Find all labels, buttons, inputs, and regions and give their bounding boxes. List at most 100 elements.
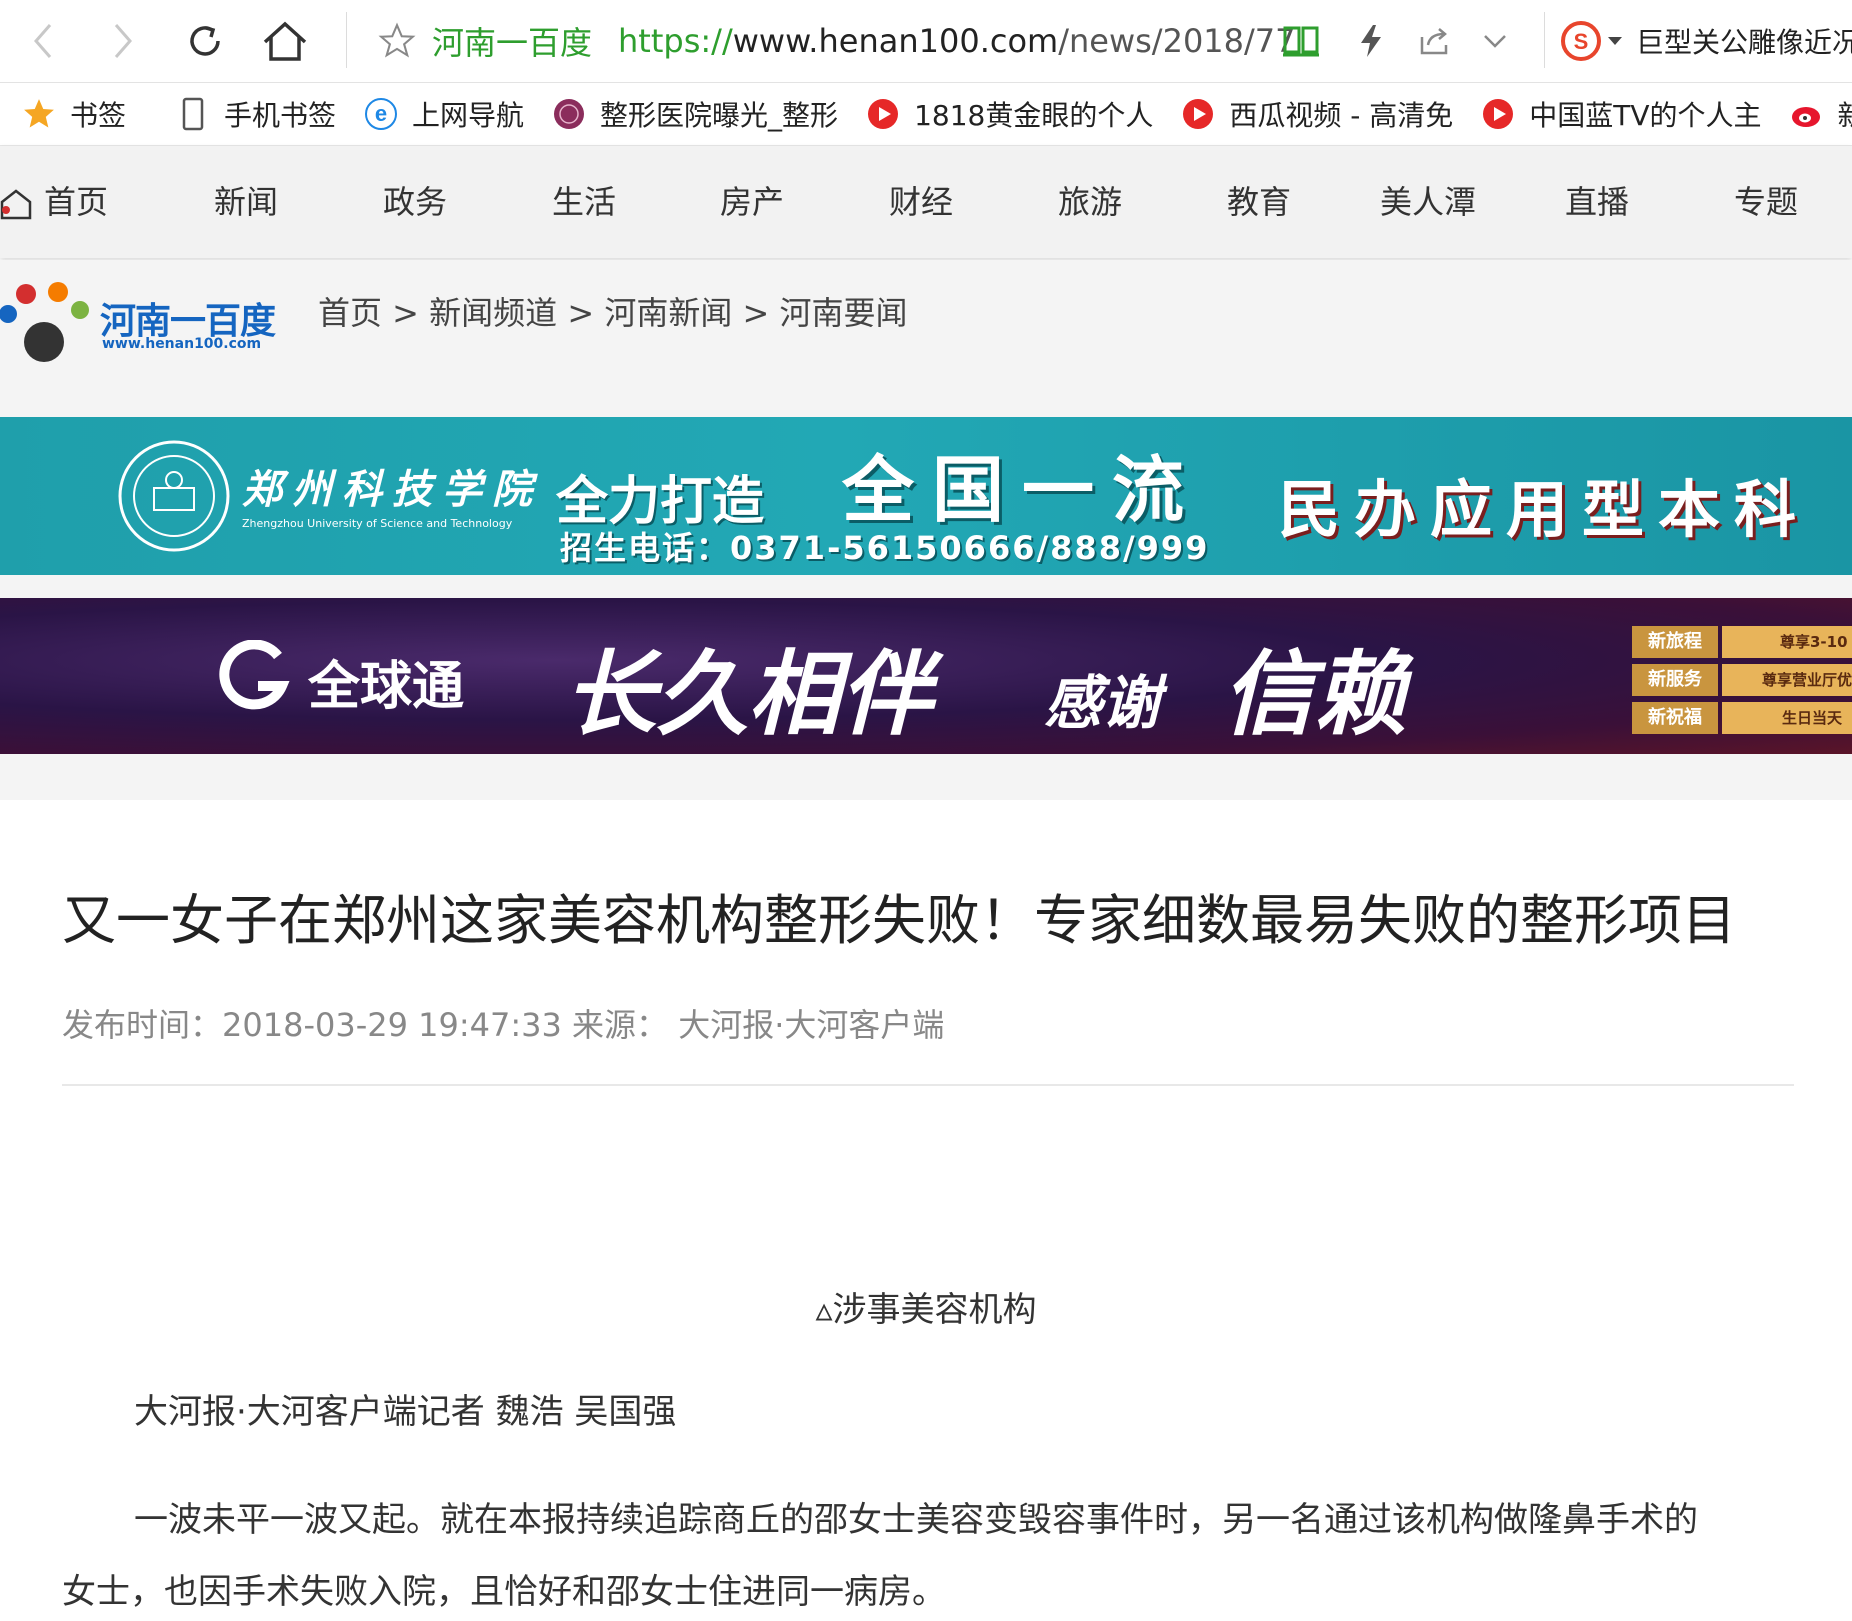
nav-item-life[interactable]: 生活	[552, 146, 616, 258]
article-byline: 大河报·大河客户端记者 魏浩 吴国强	[134, 1392, 677, 1432]
ad2-slogan1: 长久相伴	[564, 641, 933, 748]
nav-label: 首页	[44, 183, 109, 221]
ad2-slogan3: 信赖	[1222, 641, 1407, 748]
image-caption: ▵涉事美容机构	[815, 1290, 1037, 1330]
ad2-brand: 全球通	[308, 657, 465, 717]
play-icon	[1181, 97, 1215, 131]
gotone-logo-icon	[219, 640, 290, 710]
nav-item-topics[interactable]: 专题	[1734, 146, 1798, 258]
ad-banner-zzust[interactable]: 郑州科技学院 Zhengzhou University of Science a…	[0, 417, 1852, 575]
site-identity-label: 河南一百度	[432, 24, 593, 62]
forward-arrow-icon	[114, 24, 132, 58]
url-path: /news/2018/77	[1058, 22, 1296, 60]
university-seal-icon	[118, 440, 230, 552]
nav-item-finance[interactable]: 财经	[889, 146, 953, 258]
toolbar-separator	[1544, 12, 1545, 68]
back-arrow-icon	[34, 24, 52, 58]
home-nav-icon	[0, 189, 32, 220]
caret-down-icon	[1608, 37, 1622, 45]
site-logo[interactable]: 河南一百度 www.henan100.com	[0, 276, 280, 366]
site-nav: 首页 新闻 政务 生活 房产 财经 旅游 教育 美人潭 直播 专题	[0, 146, 1852, 258]
article-meta: 发布时间：2018-03-29 19:47:33 来源： 大河报·大河客户端	[62, 1006, 945, 1044]
bookmark-item-nav[interactable]: e 上网导航	[364, 94, 524, 134]
nav-item-government[interactable]: 政务	[383, 146, 447, 258]
forward-button[interactable]	[96, 14, 150, 68]
nav-item-travel[interactable]: 旅游	[1058, 146, 1122, 258]
star-icon	[22, 97, 56, 131]
ad2-row-label: 新祝福	[1632, 702, 1718, 734]
bookmark-label: 整形医院曝光_整形	[600, 99, 839, 132]
ad1-school-name: 郑州科技学院	[242, 467, 542, 513]
reload-button[interactable]	[178, 14, 232, 68]
article-divider	[62, 1084, 1794, 1086]
bookmark-item-1818[interactable]: 1818黄金眼的个人	[866, 94, 1153, 134]
ad2-row-value: 尊享3-10	[1722, 626, 1852, 658]
phone-icon	[176, 97, 210, 131]
header-logo-area: 河南一百度 www.henan100.com 首页 > 新闻频道 > 河南新闻 …	[0, 260, 1852, 372]
book-icon	[1283, 26, 1319, 57]
ad1-right-text: 民办应用型本科	[1278, 473, 1811, 546]
article-paragraph-line: 一波未平一波又起。就在本报持续追踪商丘的邵女士美容变毁容事件时，另一名通过该机构…	[134, 1500, 1698, 1540]
browser-toolbar: 河南一百度 https://www.henan100.com/news/2018…	[0, 0, 1852, 83]
nav-item-beauty[interactable]: 美人潭	[1380, 146, 1476, 258]
play-icon	[1481, 97, 1515, 131]
toolbar-separator	[346, 12, 347, 68]
ad1-phone: 招生电话：0371-56150666/888/999	[560, 529, 1210, 567]
logo-url: www.henan100.com	[102, 336, 262, 352]
article-paragraph-line: 女士，也因手术失败入院，且恰好和邵女士住进同一病房。	[62, 1572, 946, 1612]
logo-dots-icon	[0, 282, 89, 362]
back-button[interactable]	[16, 14, 70, 68]
search-engine-box[interactable]: S 巨型关公雕像近况	[1560, 16, 1852, 66]
ad-banner-gotone[interactable]: 全球通 长久相伴 感谢 信赖 新旅程 尊享3-10 新服务 尊享营业厅优先 新祝…	[0, 598, 1852, 754]
ie-icon: e	[364, 97, 398, 131]
bookmark-label: 书签	[70, 99, 127, 132]
address-dropdown-button[interactable]	[1468, 14, 1522, 68]
bookmark-item-weibo[interactable]: 新闻搜	[1790, 94, 1852, 134]
search-suggestion-text: 巨型关公雕像近况	[1636, 26, 1852, 59]
home-button[interactable]	[258, 14, 312, 68]
reader-mode-button[interactable]	[1274, 14, 1328, 68]
ad2-info-row: 新服务 尊享营业厅优先	[1632, 664, 1852, 696]
ad2-info-row: 新祝福 生日当天	[1632, 702, 1852, 734]
speed-mode-button[interactable]	[1344, 14, 1398, 68]
url-protocol: https://	[618, 22, 733, 60]
reload-icon	[190, 26, 220, 56]
bookmark-label: 新闻搜	[1838, 94, 1852, 134]
nav-item-home[interactable]: 首页	[0, 146, 108, 258]
ad2-row-label: 新旅程	[1632, 626, 1718, 658]
bookmark-label: 上网导航	[412, 99, 525, 132]
bookmark-item-cztv[interactable]: 中国蓝TV的个人主	[1481, 94, 1762, 134]
breadcrumb[interactable]: 首页 > 新闻频道 > 河南新闻 > 河南要闻	[318, 288, 907, 334]
bookmarks-bar: 书签 手机书签 e 上网导航 整形医院曝光_整形 1818黄金眼的个人 西瓜视频…	[0, 83, 1852, 146]
nav-item-realestate[interactable]: 房产	[720, 146, 784, 258]
bookmark-item-mobile[interactable]: 手机书签	[176, 94, 336, 134]
ad2-row-value: 尊享营业厅优先	[1722, 664, 1852, 696]
site-badge-icon	[552, 97, 586, 131]
article-title: 又一女子在郑州这家美容机构整形失败！专家细数最易失败的整形项目	[62, 889, 1736, 952]
bookmark-label: 手机书签	[224, 99, 337, 132]
bookmark-label: 中国蓝TV的个人主	[1529, 99, 1762, 132]
share-icon	[1420, 28, 1448, 55]
ad2-slogan2: 感谢	[1044, 669, 1161, 737]
url-host: www.henan100.com	[732, 22, 1059, 60]
bookmark-item-bookmarks[interactable]: 书签	[22, 94, 126, 134]
weibo-icon	[1790, 97, 1824, 131]
chevron-down-icon	[1484, 35, 1506, 48]
nav-item-education[interactable]: 教育	[1227, 146, 1291, 258]
bookmark-label: 1818黄金眼的个人	[914, 99, 1154, 132]
sogou-search-icon: S	[1561, 21, 1601, 61]
share-button[interactable]	[1408, 14, 1462, 68]
home-icon	[263, 21, 307, 61]
ad1-slogan-main: 全国一流	[842, 448, 1203, 532]
nav-item-live[interactable]: 直播	[1565, 146, 1629, 258]
ad2-info-table: 新旅程 尊享3-10 新服务 尊享营业厅优先 新祝福 生日当天	[1632, 626, 1852, 734]
bookmark-item-xigua[interactable]: 西瓜视频 - 高清免	[1181, 94, 1453, 134]
play-icon	[866, 97, 900, 131]
svg-text:e: e	[375, 101, 387, 126]
bookmark-item-cosmetic[interactable]: 整形医院曝光_整形	[552, 94, 838, 134]
nav-item-news[interactable]: 新闻	[214, 146, 278, 258]
ad2-row-label: 新服务	[1632, 664, 1718, 696]
ad1-school-en: Zhengzhou University of Science and Tech…	[242, 517, 513, 530]
bookmark-label: 西瓜视频 - 高清免	[1229, 99, 1454, 132]
ad2-info-row: 新旅程 尊享3-10	[1632, 626, 1852, 658]
